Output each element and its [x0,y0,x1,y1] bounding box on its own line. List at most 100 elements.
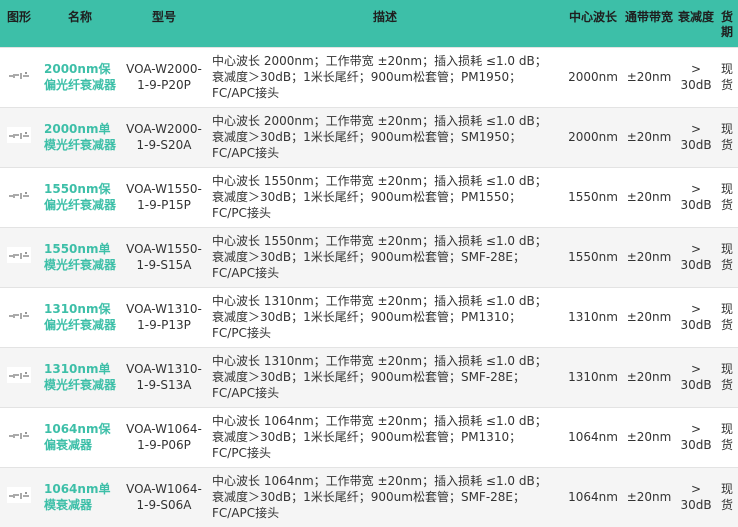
product-attenuation-text: > 30dB [680,182,712,212]
product-stock-text: 现货 [720,62,733,92]
product-model-text: VOA-W1550-1-9-S15A [126,242,202,272]
product-image-cell[interactable] [0,227,38,287]
product-bandwidth: ±20nm [622,287,676,347]
product-thumbnail-icon[interactable] [7,247,31,263]
product-bandwidth: ±20nm [622,167,676,227]
product-model: VOA-W2000-1-9-P20P [122,47,206,107]
product-wavelength: 1310nm [564,287,622,347]
product-desc-text: 中心波长 1550nm；工作带宽 ±20nm；插入损耗 ≤1.0 dB；衰减度＞… [212,174,547,220]
product-bandwidth: ±20nm [622,47,676,107]
header-description: 描述 [372,10,397,24]
product-bandwidth: ±20nm [622,347,676,407]
table-row: 1310nm单模光纤衰减器 VOA-W1310-1-9-S13A 中心波长 13… [0,347,738,407]
product-description: 中心波长 1550nm；工作带宽 ±20nm；插入损耗 ≤1.0 dB；衰减度＞… [206,167,564,227]
product-image-cell[interactable] [0,287,38,347]
product-thumbnail-icon[interactable] [7,127,31,143]
product-stock-text: 现货 [720,302,733,332]
product-bandwidth-text: ±20nm [626,370,672,384]
product-name-link[interactable]: 1064nm保偏衰减器 [38,407,122,467]
product-bandwidth-text: ±20nm [626,250,672,264]
table-row: 1550nm单模光纤衰减器 VOA-W1550-1-9-S15A 中心波长 15… [0,227,738,287]
product-wavelength-text: 2000nm [568,70,618,84]
product-thumbnail-icon[interactable] [7,487,31,504]
product-thumbnail-icon[interactable] [7,67,31,83]
product-wavelength: 1064nm [564,467,622,527]
product-image-cell[interactable] [0,167,38,227]
product-name-text[interactable]: 1064nm保偏衰减器 [44,422,110,452]
product-stock-text: 现货 [720,122,733,152]
product-thumbnail-icon[interactable] [7,307,31,323]
header-stock: 货期 [720,10,733,39]
product-name-text[interactable]: 1550nm保偏光纤衰减器 [44,182,116,212]
product-desc-text: 中心波长 1550nm；工作带宽 ±20nm；插入损耗 ≤1.0 dB；衰减度＞… [212,234,547,280]
product-wavelength: 1550nm [564,167,622,227]
product-attenuation: > 30dB [676,407,716,467]
product-bandwidth-text: ±20nm [626,310,672,324]
product-thumbnail-icon[interactable] [7,427,31,443]
header-bandwidth: 通带带宽 [624,10,673,24]
product-stock-text: 现货 [720,182,733,212]
product-desc-text: 中心波长 2000nm；工作带宽 ±20nm；插入损耗 ≤1.0 dB；衰减度＞… [212,54,547,100]
product-attenuation: > 30dB [676,467,716,527]
product-name-text[interactable]: 1064nm单模衰减器 [44,482,110,512]
product-stock-text: 现货 [720,242,733,272]
product-table: 图形 名称 型号 描述 中心波长 通带带宽 衰减度 货期 2000nm保偏光纤衰… [0,0,738,527]
product-image-cell[interactable] [0,107,38,167]
product-wavelength-text: 1064nm [568,490,618,505]
product-name-link[interactable]: 1550nm保偏光纤衰减器 [38,167,122,227]
product-thumbnail-icon[interactable] [7,187,31,203]
product-description: 中心波长 1064nm；工作带宽 ±20nm；插入损耗 ≤1.0 dB；衰减度＞… [206,407,564,467]
product-description: 中心波长 1064nm；工作带宽 ±20nm；插入损耗 ≤1.0 dB；衰减度＞… [206,467,564,527]
product-name-text[interactable]: 1310nm单模光纤衰减器 [44,362,116,392]
product-name-link[interactable]: 1310nm单模光纤衰减器 [38,347,122,407]
product-stock: 现货 [716,227,738,287]
product-description: 中心波长 1310nm；工作带宽 ±20nm；插入损耗 ≤1.0 dB；衰减度＞… [206,287,564,347]
product-bandwidth-text: ±20nm [626,70,672,84]
product-desc-text: 中心波长 1310nm；工作带宽 ±20nm；插入损耗 ≤1.0 dB；衰减度＞… [212,354,547,400]
product-image-cell[interactable] [0,467,38,527]
product-model: VOA-W1310-1-9-P13P [122,287,206,347]
product-attenuation-text: > 30dB [680,362,712,392]
product-wavelength: 2000nm [564,47,622,107]
product-stock: 现货 [716,347,738,407]
product-bandwidth: ±20nm [622,407,676,467]
product-name-link[interactable]: 1064nm单模衰减器 [38,467,122,527]
product-wavelength: 1310nm [564,347,622,407]
product-name-text[interactable]: 1550nm单模光纤衰减器 [44,242,116,272]
product-desc-text: 中心波长 1064nm；工作带宽 ±20nm；插入损耗 ≤1.0 dB；衰减度＞… [212,474,547,521]
product-name-link[interactable]: 1550nm单模光纤衰减器 [38,227,122,287]
product-attenuation: > 30dB [676,107,716,167]
product-thumbnail-icon[interactable] [7,367,31,383]
product-model: VOA-W1310-1-9-S13A [122,347,206,407]
product-wavelength: 2000nm [564,107,622,167]
product-attenuation-text: > 30dB [680,62,712,92]
product-model-text: VOA-W1064-1-9-P06P [126,422,202,452]
product-attenuation: > 30dB [676,347,716,407]
product-stock: 现货 [716,467,738,527]
product-image-cell[interactable] [0,47,38,107]
product-description: 中心波长 2000nm；工作带宽 ±20nm；插入损耗 ≤1.0 dB；衰减度＞… [206,47,564,107]
product-name-text[interactable]: 2000nm单模光纤衰减器 [44,122,116,152]
product-image-cell[interactable] [0,347,38,407]
product-attenuation-text: > 30dB [680,482,712,513]
product-name-link[interactable]: 2000nm保偏光纤衰减器 [38,47,122,107]
product-bandwidth-text: ±20nm [626,430,672,444]
product-desc-text: 中心波长 1310nm；工作带宽 ±20nm；插入损耗 ≤1.0 dB；衰减度＞… [212,294,547,340]
product-model: VOA-W1550-1-9-S15A [122,227,206,287]
product-bandwidth: ±20nm [622,227,676,287]
product-name-link[interactable]: 1310nm保偏光纤衰减器 [38,287,122,347]
table-header: 图形 名称 型号 描述 中心波长 通带带宽 衰减度 货期 [0,0,738,47]
product-name-link[interactable]: 2000nm单模光纤衰减器 [38,107,122,167]
product-attenuation-text: > 30dB [680,122,712,152]
product-description: 中心波长 1310nm；工作带宽 ±20nm；插入损耗 ≤1.0 dB；衰减度＞… [206,347,564,407]
product-name-text[interactable]: 2000nm保偏光纤衰减器 [44,62,116,92]
table-row: 2000nm单模光纤衰减器 VOA-W2000-1-9-S20A 中心波长 20… [0,107,738,167]
table-row: 1064nm保偏衰减器 VOA-W1064-1-9-P06P 中心波长 1064… [0,407,738,467]
product-model-text: VOA-W2000-1-9-P20P [126,62,202,92]
product-image-cell[interactable] [0,407,38,467]
table-row: 2000nm保偏光纤衰减器 VOA-W2000-1-9-P20P 中心波长 20… [0,47,738,107]
product-attenuation: > 30dB [676,167,716,227]
header-attenuation: 衰减度 [677,10,714,24]
product-name-text[interactable]: 1310nm保偏光纤衰减器 [44,302,116,332]
product-bandwidth-text: ±20nm [626,490,672,505]
